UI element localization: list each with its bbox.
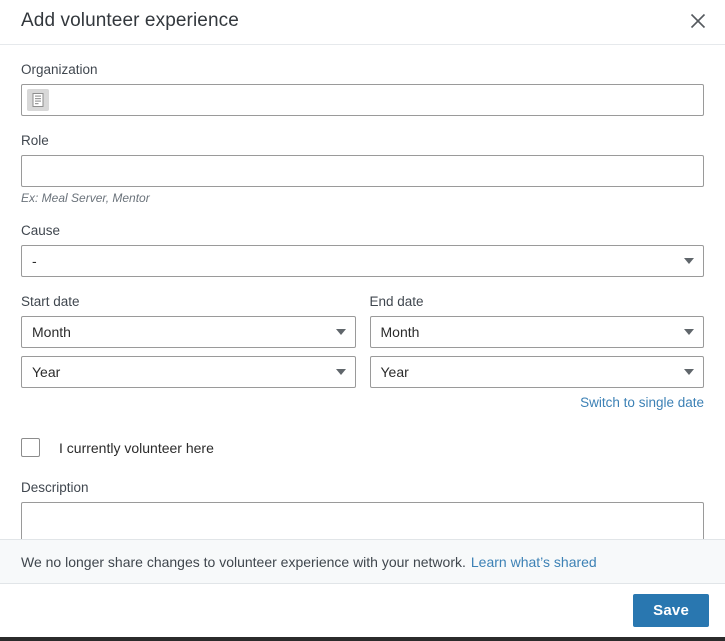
start-year-wrap: Year: [21, 356, 356, 388]
end-month-select[interactable]: Month: [369, 316, 704, 348]
modal-header: Add volunteer experience: [0, 0, 725, 45]
date-row: Start date Month Year End date Month Yea…: [21, 293, 704, 388]
organization-label: Organization: [21, 62, 98, 77]
organization-field: Organization: [21, 61, 704, 116]
start-date-label: Start date: [21, 294, 80, 309]
page-bottom-edge: [0, 637, 725, 641]
start-date-group: Start date Month Year: [21, 293, 356, 388]
switch-to-single-date-link[interactable]: Switch to single date: [580, 395, 704, 410]
share-notice-bar: We no longer share changes to volunteer …: [0, 539, 725, 584]
organization-input-wrap: [21, 84, 704, 116]
end-date-group: End date Month Year: [369, 293, 704, 388]
close-icon: [688, 11, 708, 31]
modal-footer: Save: [0, 584, 725, 637]
description-label: Description: [21, 480, 89, 495]
role-label: Role: [21, 133, 49, 148]
role-hint: Ex: Meal Server, Mentor: [21, 191, 150, 205]
start-month-select[interactable]: Month: [21, 316, 356, 348]
end-year-wrap: Year: [369, 356, 704, 388]
start-year-select[interactable]: Year: [21, 356, 356, 388]
share-notice-text: We no longer share changes to volunteer …: [21, 553, 466, 570]
currently-volunteer-row: I currently volunteer here: [21, 438, 704, 457]
cause-label: Cause: [21, 223, 61, 238]
cause-select[interactable]: -: [21, 245, 704, 277]
role-field: Role Ex: Meal Server, Mentor: [21, 132, 704, 206]
close-button[interactable]: [681, 4, 715, 38]
add-volunteer-experience-modal: Add volunteer experience Organization Ro…: [0, 0, 725, 641]
page-title: Add volunteer experience: [21, 10, 239, 31]
cause-field: Cause -: [21, 222, 704, 277]
learn-whats-shared-link[interactable]: Learn what’s shared: [471, 554, 597, 570]
cause-select-wrap: -: [21, 245, 704, 277]
end-year-select[interactable]: Year: [369, 356, 704, 388]
currently-volunteer-checkbox[interactable]: [21, 438, 40, 457]
switch-to-single-date-row: Switch to single date: [21, 394, 704, 412]
role-input[interactable]: [21, 155, 704, 187]
end-month-wrap: Month: [369, 316, 704, 348]
organization-input[interactable]: [21, 84, 704, 116]
save-button[interactable]: Save: [633, 594, 709, 627]
start-month-wrap: Month: [21, 316, 356, 348]
end-date-label: End date: [369, 294, 424, 309]
currently-volunteer-label[interactable]: I currently volunteer here: [59, 440, 214, 456]
